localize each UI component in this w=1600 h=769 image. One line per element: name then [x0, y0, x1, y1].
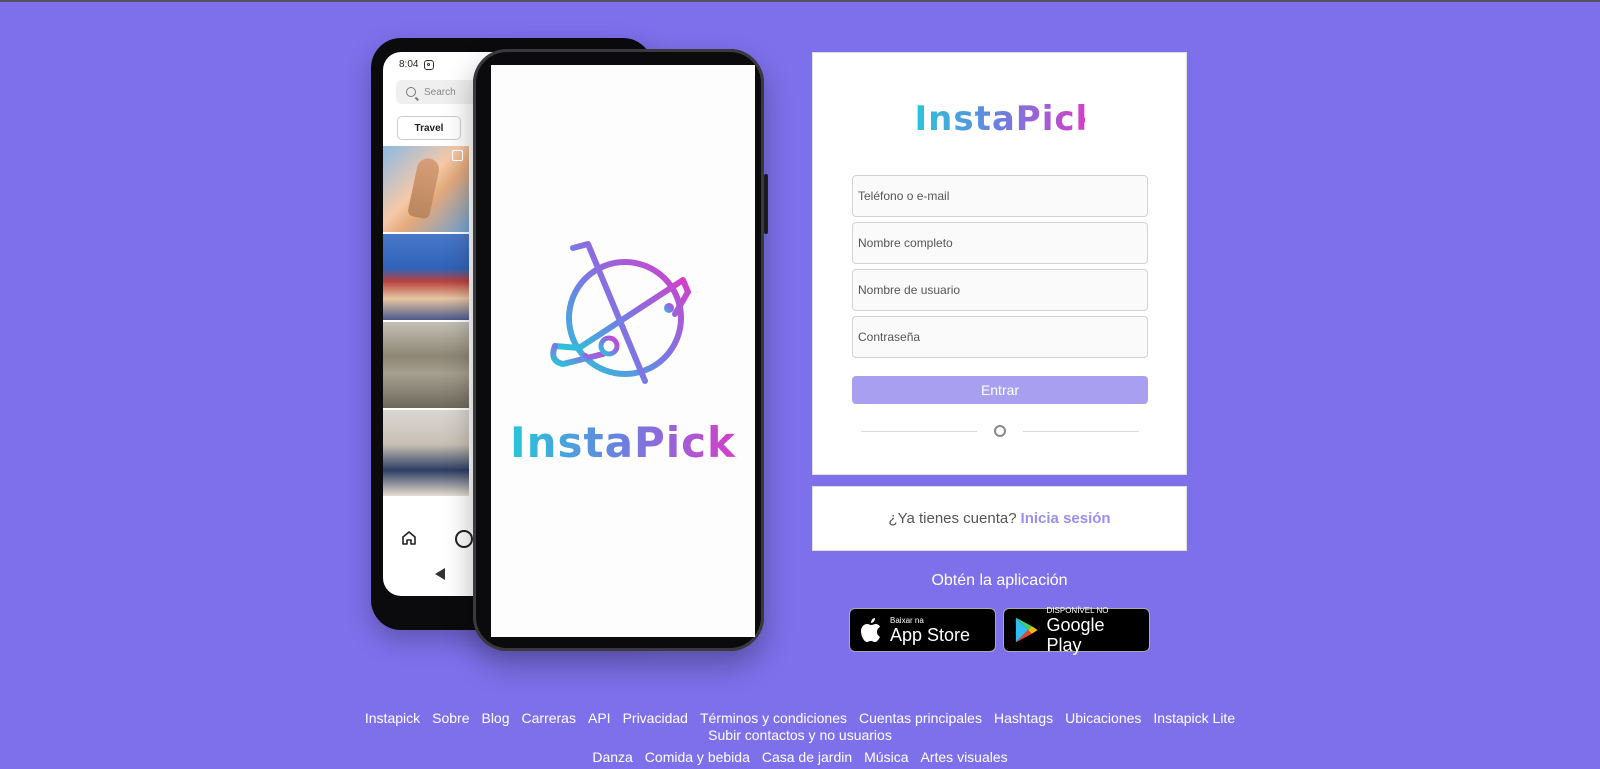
divider-line: [1023, 431, 1139, 432]
submit-button[interactable]: Entrar: [852, 376, 1148, 404]
brand-logo: InstaPick: [914, 99, 1100, 139]
status-bar: 8:04: [399, 59, 435, 70]
multi-select-icon: [452, 150, 463, 161]
footer-link-terminos[interactable]: Términos y condiciones: [700, 710, 847, 727]
instapick-logo-icon: [550, 240, 691, 384]
front-phone-screen: InstaPick: [491, 65, 755, 637]
footer-link-comida[interactable]: Comida y bebida: [645, 749, 750, 766]
login-prompt: ¿Ya tienes cuenta?: [888, 510, 1017, 527]
footer-link-lite[interactable]: Instapick Lite: [1153, 710, 1235, 727]
phone-search-placeholder: Search: [424, 86, 456, 98]
or-divider: [861, 425, 1139, 437]
footer-link-privacidad[interactable]: Privacidad: [623, 710, 688, 727]
footer-row-main: Instapick Sobre Blog Carreras API Privac…: [0, 710, 1600, 727]
back-icon: [435, 568, 445, 580]
app-store-button[interactable]: Baixar na App Store: [849, 608, 996, 652]
footer-link-cuentas[interactable]: Cuentas principales: [859, 710, 982, 727]
google-play-icon: [1015, 617, 1038, 643]
google-play-small-text: DISPONÍVEL NO: [1046, 605, 1109, 615]
google-play-label: DISPONÍVEL NO Google Play: [1047, 606, 1139, 655]
home-icon: [402, 531, 416, 545]
search-icon: [406, 87, 416, 97]
footer-link-contactos[interactable]: Subir contactos y no usuarios: [708, 727, 892, 744]
footer-link-carreras[interactable]: Carreras: [522, 710, 576, 727]
feed-photo: [383, 322, 469, 408]
phones-mockup: 8:04 Search Travel InstaPick: [0, 2, 790, 702]
footer-link-ubicaciones[interactable]: Ubicaciones: [1065, 710, 1141, 727]
google-play-big-text: Google Play: [1046, 614, 1105, 655]
feed-photo: [383, 146, 469, 232]
feed-photo: [383, 234, 469, 320]
travel-chip: Travel: [397, 116, 461, 140]
password-input[interactable]: [852, 316, 1148, 358]
footer-link-api[interactable]: API: [588, 710, 611, 727]
fullname-input[interactable]: [852, 222, 1148, 264]
photo-feed: [383, 146, 473, 498]
app-badges: Baixar na App Store DISPONÍVEL NO Google…: [849, 606, 1150, 655]
footer-link-sobre[interactable]: Sobre: [432, 710, 469, 727]
footer-row-contacts: Subir contactos y no usuarios: [0, 727, 1600, 744]
footer-link-danza[interactable]: Danza: [592, 749, 632, 766]
google-play-button[interactable]: DISPONÍVEL NO Google Play: [1003, 606, 1150, 655]
phone-email-input[interactable]: [852, 175, 1148, 217]
instagram-icon: [424, 59, 435, 70]
login-link[interactable]: Inicia sesión: [1021, 510, 1111, 527]
apple-icon: [861, 618, 880, 642]
get-app-title: Obtén la aplicación: [931, 572, 1068, 589]
footer-link-musica[interactable]: Música: [864, 749, 908, 766]
footer-link-blog[interactable]: Blog: [481, 710, 509, 727]
or-divider-circle: [994, 425, 1006, 437]
footer-link-instapick[interactable]: Instapick: [365, 710, 420, 727]
app-store-label: Baixar na App Store: [890, 616, 970, 645]
front-phone: InstaPick: [473, 49, 768, 651]
app-store-small-text: Baixar na: [890, 615, 924, 625]
footer-row-categories: Danza Comida y bebida Casa de jardin Mús…: [0, 749, 1600, 766]
app-store-big-text: App Store: [890, 624, 971, 645]
feed-photo: [383, 410, 469, 496]
footer-link-hashtags[interactable]: Hashtags: [994, 710, 1053, 727]
footer-link-artes[interactable]: Artes visuales: [921, 749, 1008, 766]
footer: Instapick Sobre Blog Carreras API Privac…: [0, 710, 1600, 766]
splash-logo-text: InstaPick: [510, 417, 736, 467]
divider-line: [861, 431, 977, 432]
status-time: 8:04: [399, 59, 419, 70]
username-input[interactable]: [852, 269, 1148, 311]
login-card: ¿Ya tienes cuenta? Inicia sesión: [812, 486, 1187, 551]
signup-card: InstaPick Entrar: [812, 52, 1187, 475]
search-nav-icon: [455, 530, 473, 548]
footer-link-casa[interactable]: Casa de jardin: [762, 749, 852, 766]
